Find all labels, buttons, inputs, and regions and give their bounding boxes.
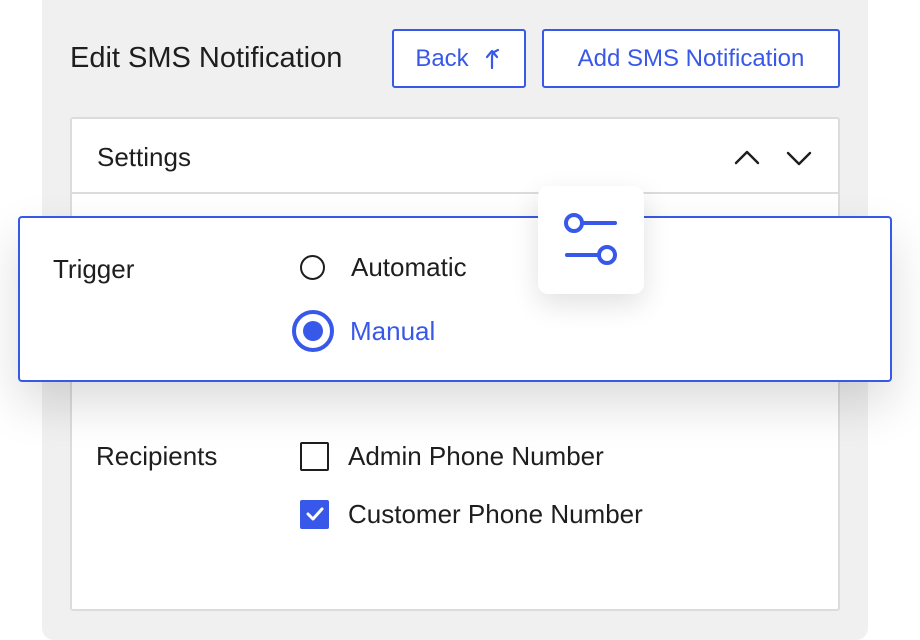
admin-phone-checkbox-row[interactable]: Admin Phone Number — [300, 438, 604, 474]
page-title: Edit SMS Notification — [70, 42, 343, 74]
radio-selected-dot — [303, 321, 323, 341]
customer-phone-checkbox-row[interactable]: Customer Phone Number — [300, 496, 643, 532]
admin-phone-checkbox[interactable] — [300, 441, 329, 471]
add-sms-notification-button[interactable]: Add SMS Notification — [542, 29, 840, 88]
checkmark-icon — [306, 507, 323, 521]
manual-radio[interactable] — [292, 310, 334, 352]
back-button[interactable]: Back — [392, 29, 526, 88]
manual-label: Manual — [350, 316, 436, 346]
settings-card-title: Settings — [97, 142, 191, 172]
automatic-radio[interactable] — [300, 254, 325, 280]
customer-phone-label: Customer Phone Number — [348, 499, 643, 529]
recipients-label: Recipients — [96, 441, 218, 471]
admin-phone-label: Admin Phone Number — [348, 441, 604, 471]
trigger-option-manual[interactable]: Manual — [292, 310, 435, 352]
back-button-label: Back — [415, 44, 469, 72]
customer-phone-checkbox[interactable] — [300, 499, 329, 529]
settings-card-header: Settings — [72, 119, 838, 194]
trigger-option-automatic[interactable]: Automatic — [300, 249, 467, 285]
chevron-up-icon[interactable] — [732, 143, 762, 173]
automatic-label: Automatic — [351, 252, 467, 282]
chevron-down-icon[interactable] — [784, 143, 814, 173]
arrow-up-return-icon — [485, 48, 499, 69]
trigger-field-popout: Trigger Automatic Manual — [18, 216, 892, 382]
settings-badge[interactable] — [538, 186, 644, 294]
sliders-icon — [564, 213, 617, 265]
trigger-label: Trigger — [53, 254, 135, 284]
